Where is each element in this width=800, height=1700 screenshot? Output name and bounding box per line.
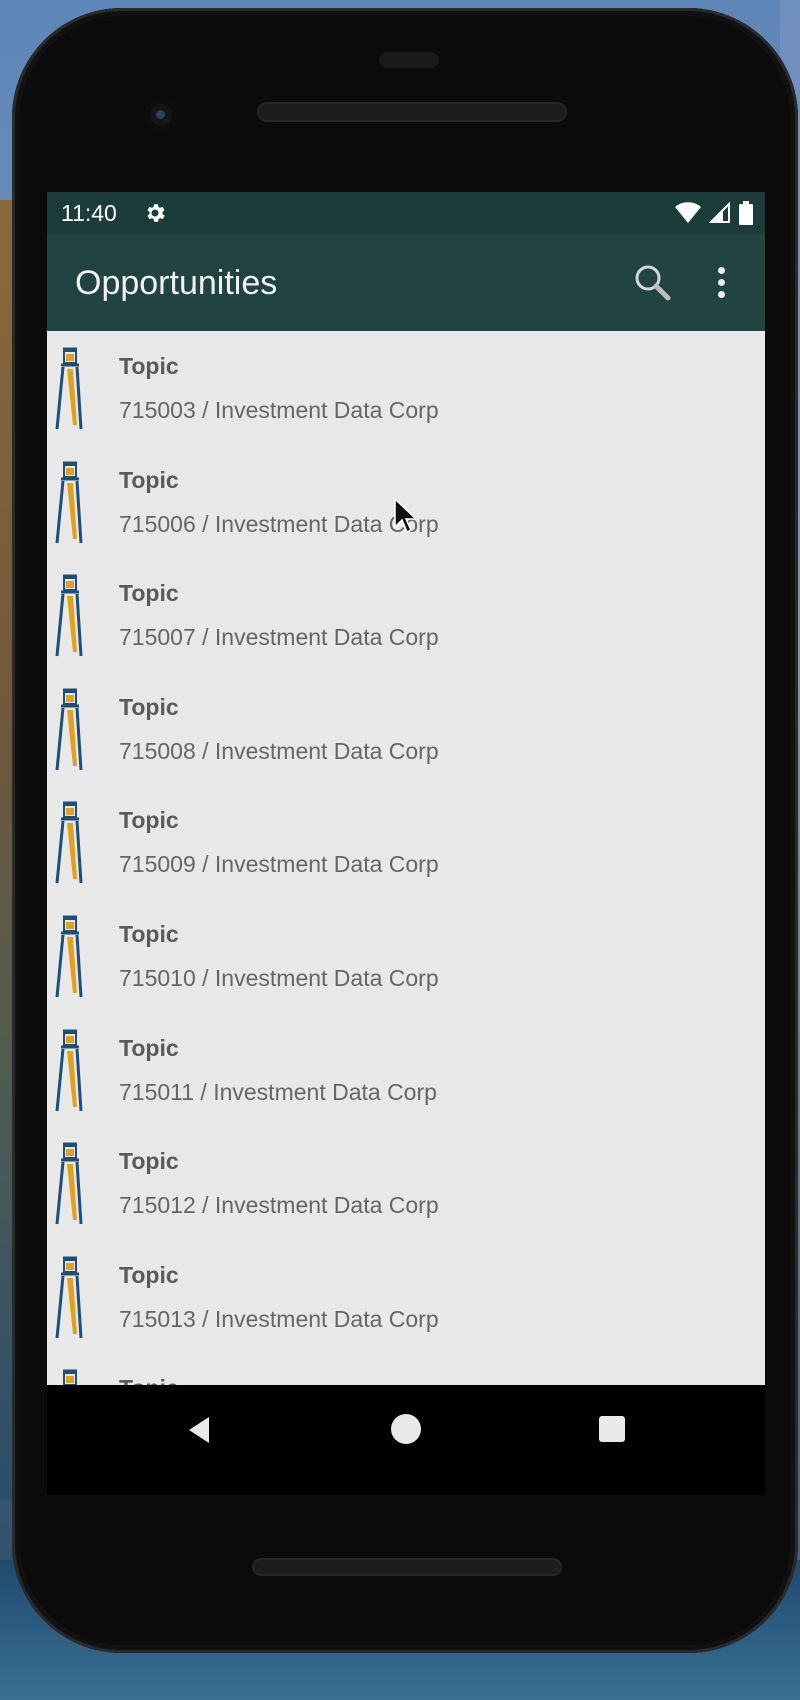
- list-item-subtitle: 715003 / Investment Data Corp: [119, 397, 439, 423]
- recents-square-icon[interactable]: [599, 1416, 625, 1442]
- list-item[interactable]: Topic 715011 / Investment Data Corp: [47, 1013, 765, 1127]
- list-item-subtitle: 715008 / Investment Data Corp: [119, 737, 439, 764]
- mouse-cursor-icon: [394, 498, 416, 534]
- lighthouse-icon: [55, 1256, 83, 1338]
- lighthouse-icon: [55, 688, 83, 770]
- list-item[interactable]: Topic 715003 / Investment Data Corp: [47, 331, 765, 445]
- home-circle-icon[interactable]: [391, 1414, 421, 1444]
- cell-signal-icon: [709, 202, 730, 223]
- list-item[interactable]: Topic 715012 / Investment Data Corp: [47, 1126, 765, 1240]
- list-item-title: Topic: [119, 807, 179, 834]
- page-title: Opportunities: [75, 264, 278, 302]
- front-camera: [144, 98, 178, 132]
- lighthouse-icon: [55, 1029, 83, 1111]
- lighthouse-icon: [55, 1142, 83, 1225]
- list-item-title: Topic: [119, 1261, 179, 1288]
- list-item[interactable]: Topic: [47, 1353, 765, 1385]
- more-vert-icon: [717, 266, 725, 274]
- list-item-subtitle: 715013 / Investment Data Corp: [119, 1305, 439, 1332]
- list-item-title: Topic: [119, 466, 179, 493]
- lighthouse-icon: [55, 915, 83, 998]
- lighthouse-icon: [55, 347, 83, 430]
- list-item[interactable]: Topic 715008 / Investment Data Corp: [47, 672, 765, 786]
- settings-gear-icon: [147, 204, 165, 222]
- list-item-subtitle: 715011 / Investment Data Corp: [119, 1078, 437, 1105]
- list-item-subtitle: 715007 / Investment Data Corp: [119, 624, 439, 651]
- list-item-title: Topic: [119, 1034, 179, 1061]
- list-item-subtitle: 715009 / Investment Data Corp: [119, 851, 439, 878]
- list-item-title: Topic: [119, 693, 179, 720]
- opportunities-list: Topic 715003 / Investment Data Corp Topi…: [47, 331, 765, 1385]
- device-screen: 11:40 Opportunities Topic 715003 / Inves…: [47, 192, 765, 1385]
- back-triangle-icon[interactable]: [181, 1413, 215, 1447]
- earpiece-speaker: [257, 102, 567, 122]
- wifi-icon: [675, 202, 701, 223]
- status-bar: 11:40: [47, 192, 765, 234]
- list-item[interactable]: Topic 715009 / Investment Data Corp: [47, 785, 765, 899]
- list-item-title: Topic: [119, 580, 179, 607]
- list-item-title: Topic: [119, 353, 179, 379]
- list-item-title: Topic: [119, 920, 179, 947]
- top-sensor: [379, 52, 439, 68]
- list-item[interactable]: Topic 715007 / Investment Data Corp: [47, 558, 765, 672]
- list-item[interactable]: Topic 715013 / Investment Data Corp: [47, 1240, 765, 1354]
- system-nav-bar: [47, 1385, 765, 1495]
- battery-icon: [739, 201, 753, 225]
- list-item-title: Topic: [119, 1148, 179, 1175]
- bottom-speaker: [252, 1558, 562, 1576]
- search-icon: [635, 265, 671, 301]
- lighthouse-icon: [55, 574, 83, 657]
- search-button[interactable]: [630, 260, 674, 304]
- lighthouse-icon: [55, 461, 83, 543]
- status-indicators: [675, 201, 753, 225]
- list-item-subtitle: 715012 / Investment Data Corp: [119, 1192, 439, 1219]
- status-time: 11:40: [61, 200, 117, 226]
- list-item[interactable]: Topic 715010 / Investment Data Corp: [47, 899, 765, 1013]
- list-item-subtitle: 715006 / Investment Data Corp: [119, 510, 439, 537]
- list-item-title: Topic: [119, 1375, 179, 1385]
- lighthouse-icon: [55, 801, 83, 884]
- app-bar: Opportunities: [47, 234, 765, 331]
- overflow-menu-button[interactable]: [703, 260, 739, 304]
- list-item-subtitle: 715010 / Investment Data Corp: [119, 964, 439, 991]
- lighthouse-icon: [63, 1369, 77, 1385]
